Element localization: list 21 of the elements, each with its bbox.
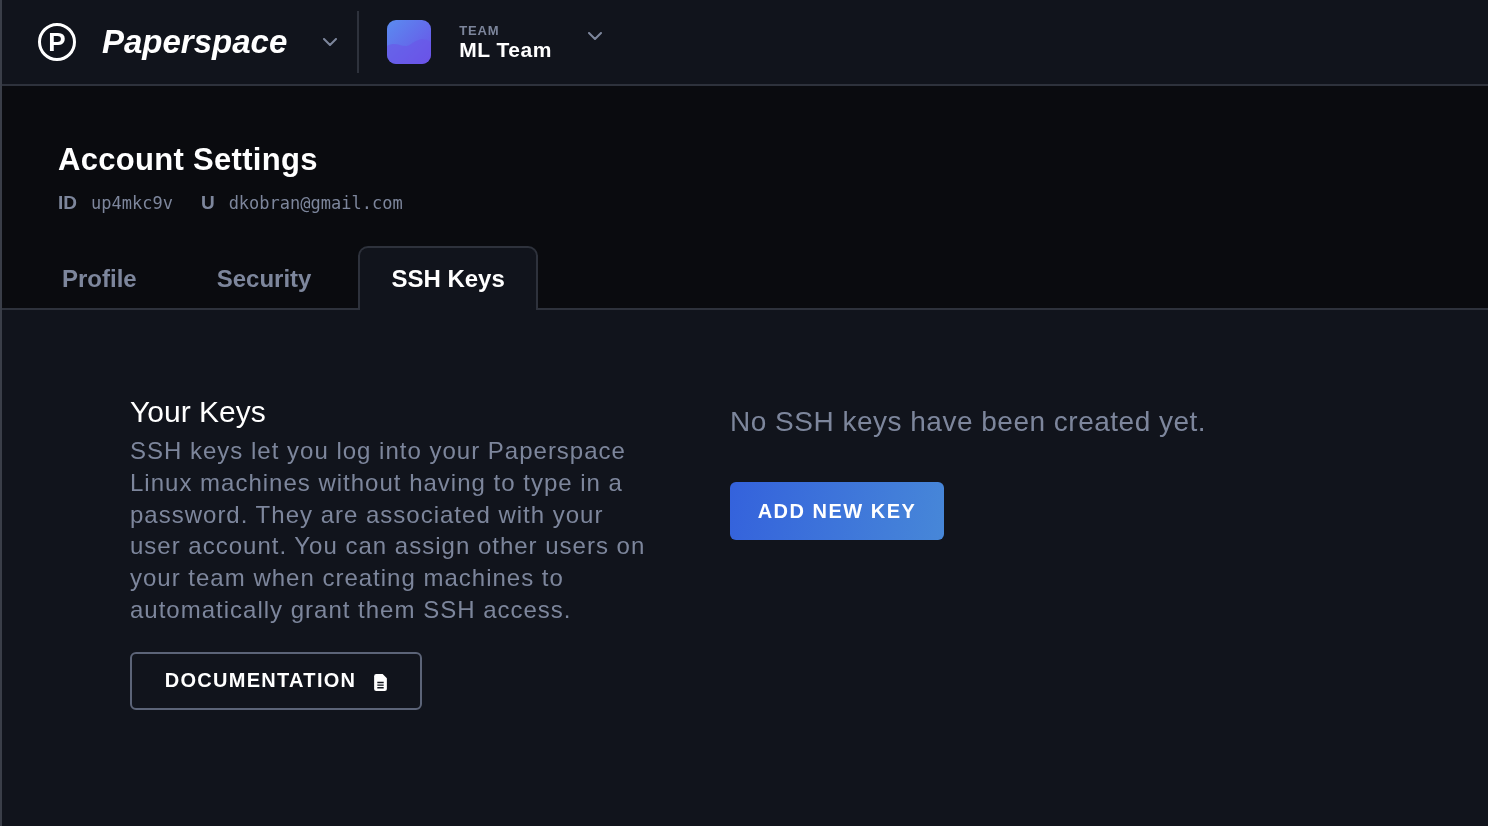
chevron-down-icon[interactable] [587,32,602,40]
meta-label: ID [58,191,77,215]
add-new-key-button[interactable]: ADD NEW KEY [730,482,944,540]
team-avatar-icon[interactable] [387,20,432,64]
chevron-down-icon[interactable] [323,38,338,46]
meta-value: dkobran@gmail.com [228,192,403,215]
tab[interactable]: SSH Keys [358,246,538,310]
page-title: Account Settings [58,142,318,178]
empty-state-message: No SSH keys have been created yet. [730,405,1207,439]
team-name[interactable]: ML Team [459,37,552,62]
document-icon [374,673,388,691]
section-title: Your Keys [130,394,266,430]
meta-value: up4mkc9v [91,192,173,215]
team-caption: TEAM [459,22,501,38]
tab[interactable]: Profile [29,246,170,310]
meta-label: U [200,191,215,215]
brand-name[interactable]: Paperspace [102,23,288,61]
section-description: SSH keys let you log into your Paperspace Linux machines without having to type in a password. They are associated with your user account. You can assign other users on your team when creating machines to automatically grant them SSH access. [130,436,647,625]
documentation-button[interactable]: DOCUMENTATION [130,651,422,710]
brand-logo[interactable]: P [38,23,76,61]
tab[interactable]: Security [183,246,345,310]
